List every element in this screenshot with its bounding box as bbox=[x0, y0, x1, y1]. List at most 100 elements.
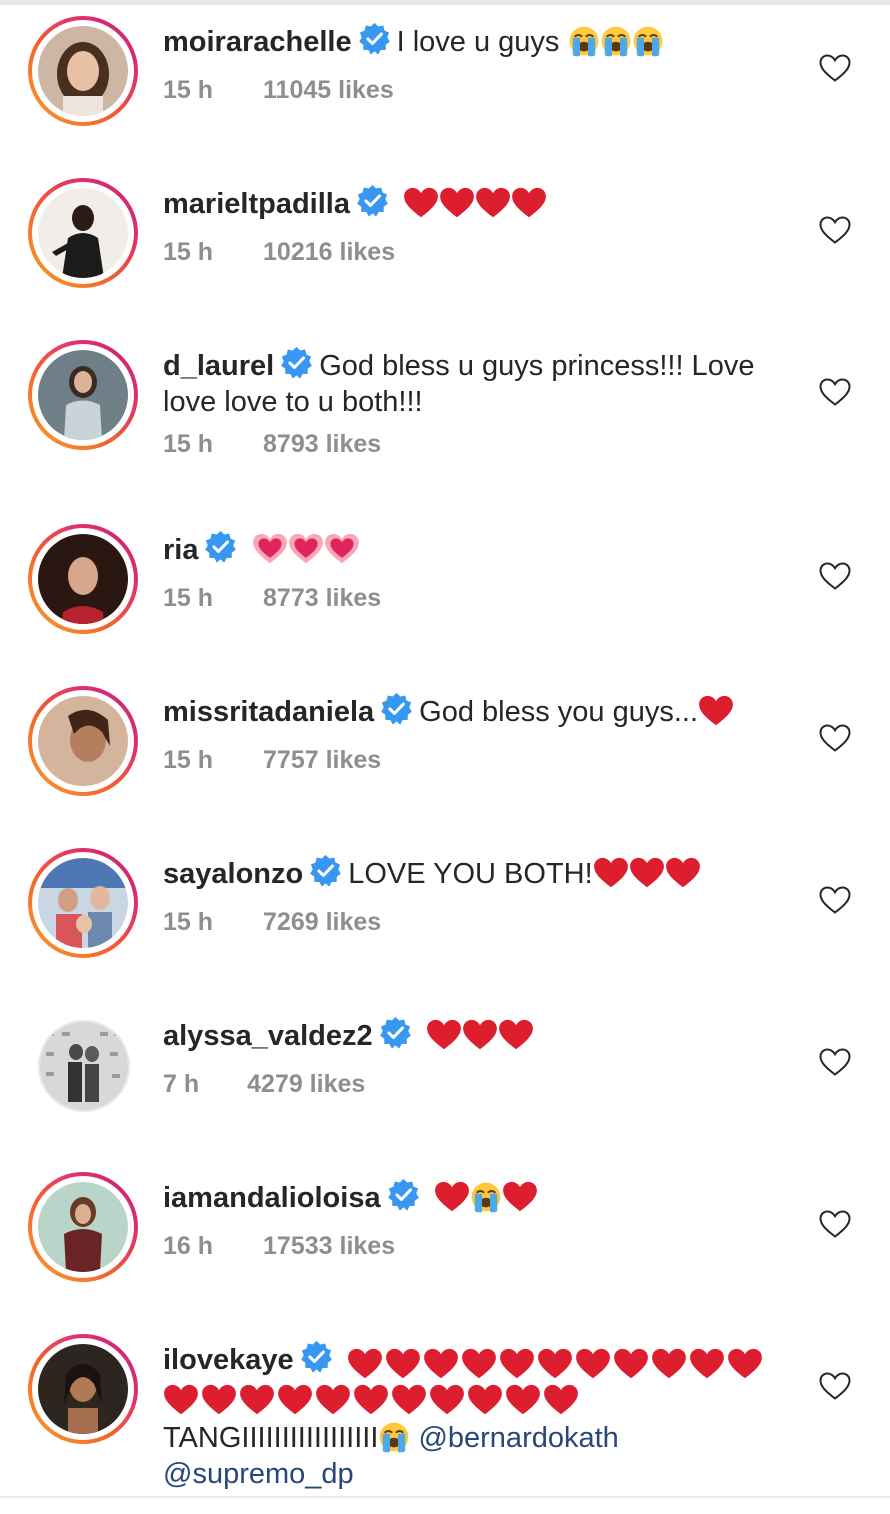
likes-count[interactable]: 8793 likes bbox=[263, 430, 381, 458]
comment-text: TANGIIIIIIIIIIIIIIIII bbox=[163, 1422, 379, 1454]
red-heart-icon bbox=[543, 1384, 579, 1416]
likes-count[interactable]: 8773 likes bbox=[263, 584, 381, 612]
avatar[interactable] bbox=[28, 686, 138, 796]
red-heart-icon bbox=[629, 857, 665, 889]
beating-heart-icon bbox=[324, 533, 360, 565]
red-heart-icon bbox=[385, 1348, 421, 1380]
red-heart-icon bbox=[467, 1384, 503, 1416]
emoji-group bbox=[252, 533, 360, 574]
avatar[interactable] bbox=[28, 178, 138, 288]
red-heart-icon bbox=[499, 1348, 535, 1380]
likes-count[interactable]: 17533 likes bbox=[263, 1232, 395, 1260]
emoji-group bbox=[426, 1019, 534, 1060]
heart-outline-icon[interactable] bbox=[818, 561, 852, 591]
likes-count[interactable]: 7269 likes bbox=[263, 908, 381, 936]
comment-text: LOVE YOU BOTH! bbox=[348, 858, 593, 890]
red-heart-icon bbox=[727, 1348, 763, 1380]
red-heart-icon bbox=[665, 857, 701, 889]
username[interactable]: sayalonzo bbox=[163, 858, 303, 890]
verified-badge-icon bbox=[358, 22, 391, 55]
mention-link[interactable]: @bernardokath bbox=[418, 1422, 618, 1454]
emoji-group bbox=[568, 25, 664, 66]
red-heart-icon bbox=[239, 1384, 275, 1416]
avatar[interactable] bbox=[28, 16, 138, 126]
heart-outline-icon[interactable] bbox=[818, 885, 852, 915]
red-heart-icon bbox=[462, 1019, 498, 1051]
avatar[interactable] bbox=[28, 848, 138, 958]
red-heart-icon bbox=[698, 695, 734, 727]
verified-badge-icon bbox=[380, 692, 413, 725]
heart-outline-icon[interactable] bbox=[818, 53, 852, 83]
red-heart-icon bbox=[511, 187, 547, 219]
verified-badge-icon bbox=[379, 1016, 412, 1049]
comment-time: 15 h bbox=[163, 430, 214, 458]
avatar[interactable] bbox=[28, 1010, 138, 1120]
username[interactable]: marieltpadilla bbox=[163, 188, 350, 220]
red-heart-icon bbox=[537, 1348, 573, 1380]
red-heart-icon bbox=[575, 1348, 611, 1380]
emoji-group bbox=[698, 695, 734, 736]
loudly-crying-face-icon bbox=[470, 1181, 502, 1213]
red-heart-icon bbox=[429, 1384, 465, 1416]
red-heart-icon bbox=[403, 187, 439, 219]
username[interactable]: missritadaniela bbox=[163, 696, 374, 728]
emoji-group bbox=[434, 1181, 538, 1222]
bottom-divider bbox=[0, 1496, 890, 1498]
comment-time: 16 h bbox=[163, 1232, 214, 1260]
verified-badge-icon bbox=[356, 184, 389, 217]
red-heart-icon bbox=[315, 1384, 351, 1416]
comment-time: 15 h bbox=[163, 76, 214, 104]
heart-outline-icon[interactable] bbox=[818, 215, 852, 245]
red-heart-icon bbox=[423, 1348, 459, 1380]
likes-count[interactable]: 10216 likes bbox=[263, 238, 395, 266]
comment-text: God bless you guys... bbox=[419, 696, 699, 728]
loudly-crying-face-icon bbox=[632, 25, 664, 57]
red-heart-icon bbox=[505, 1384, 541, 1416]
emoji-group bbox=[347, 1348, 765, 1384]
heart-outline-icon[interactable] bbox=[818, 1047, 852, 1077]
verified-badge-icon bbox=[387, 1178, 420, 1211]
beating-heart-icon bbox=[252, 533, 288, 565]
red-heart-icon bbox=[498, 1019, 534, 1051]
mention-link[interactable]: @supremo_dp bbox=[163, 1458, 354, 1490]
likes-count[interactable]: 7757 likes bbox=[263, 746, 381, 774]
red-heart-icon bbox=[426, 1019, 462, 1051]
verified-badge-icon bbox=[204, 530, 237, 563]
username[interactable]: iamandalioloisa bbox=[163, 1182, 381, 1214]
comment-text: God bless u guys princess!!! Love bbox=[319, 350, 755, 382]
top-divider bbox=[0, 0, 890, 5]
loudly-crying-face-icon bbox=[378, 1421, 410, 1453]
username[interactable]: d_laurel bbox=[163, 350, 274, 382]
username[interactable]: alyssa_valdez2 bbox=[163, 1020, 373, 1052]
red-heart-icon bbox=[651, 1348, 687, 1380]
username[interactable]: ilovekaye bbox=[163, 1344, 294, 1376]
likes-count[interactable]: 11045 likes bbox=[263, 76, 394, 104]
username[interactable]: moirarachelle bbox=[163, 26, 352, 58]
emoji-group-continued bbox=[163, 1384, 783, 1420]
red-heart-icon bbox=[353, 1384, 389, 1416]
verified-badge-icon bbox=[280, 346, 313, 379]
heart-outline-icon[interactable] bbox=[818, 377, 852, 407]
username[interactable]: ria bbox=[163, 534, 198, 566]
heart-outline-icon[interactable] bbox=[818, 1209, 852, 1239]
heart-outline-icon[interactable] bbox=[818, 1371, 852, 1401]
comment-time: 15 h bbox=[163, 746, 214, 774]
loudly-crying-face-icon bbox=[600, 25, 632, 57]
red-heart-icon bbox=[347, 1348, 383, 1380]
emoji-group bbox=[593, 857, 701, 898]
comment-text-continued: love love to u both!!! bbox=[163, 386, 423, 418]
avatar[interactable] bbox=[28, 1172, 138, 1282]
red-heart-icon bbox=[391, 1384, 427, 1416]
comment-time: 15 h bbox=[163, 238, 214, 266]
heart-outline-icon[interactable] bbox=[818, 723, 852, 753]
avatar[interactable] bbox=[28, 1334, 138, 1444]
red-heart-icon bbox=[434, 1181, 470, 1213]
avatar[interactable] bbox=[28, 340, 138, 450]
likes-count[interactable]: 4279 likes bbox=[247, 1070, 365, 1098]
avatar[interactable] bbox=[28, 524, 138, 634]
emoji-group bbox=[403, 187, 547, 228]
comment-time: 15 h bbox=[163, 908, 214, 936]
verified-badge-icon bbox=[309, 854, 342, 887]
red-heart-icon bbox=[439, 187, 475, 219]
comment-text: I love u guys bbox=[396, 26, 560, 58]
